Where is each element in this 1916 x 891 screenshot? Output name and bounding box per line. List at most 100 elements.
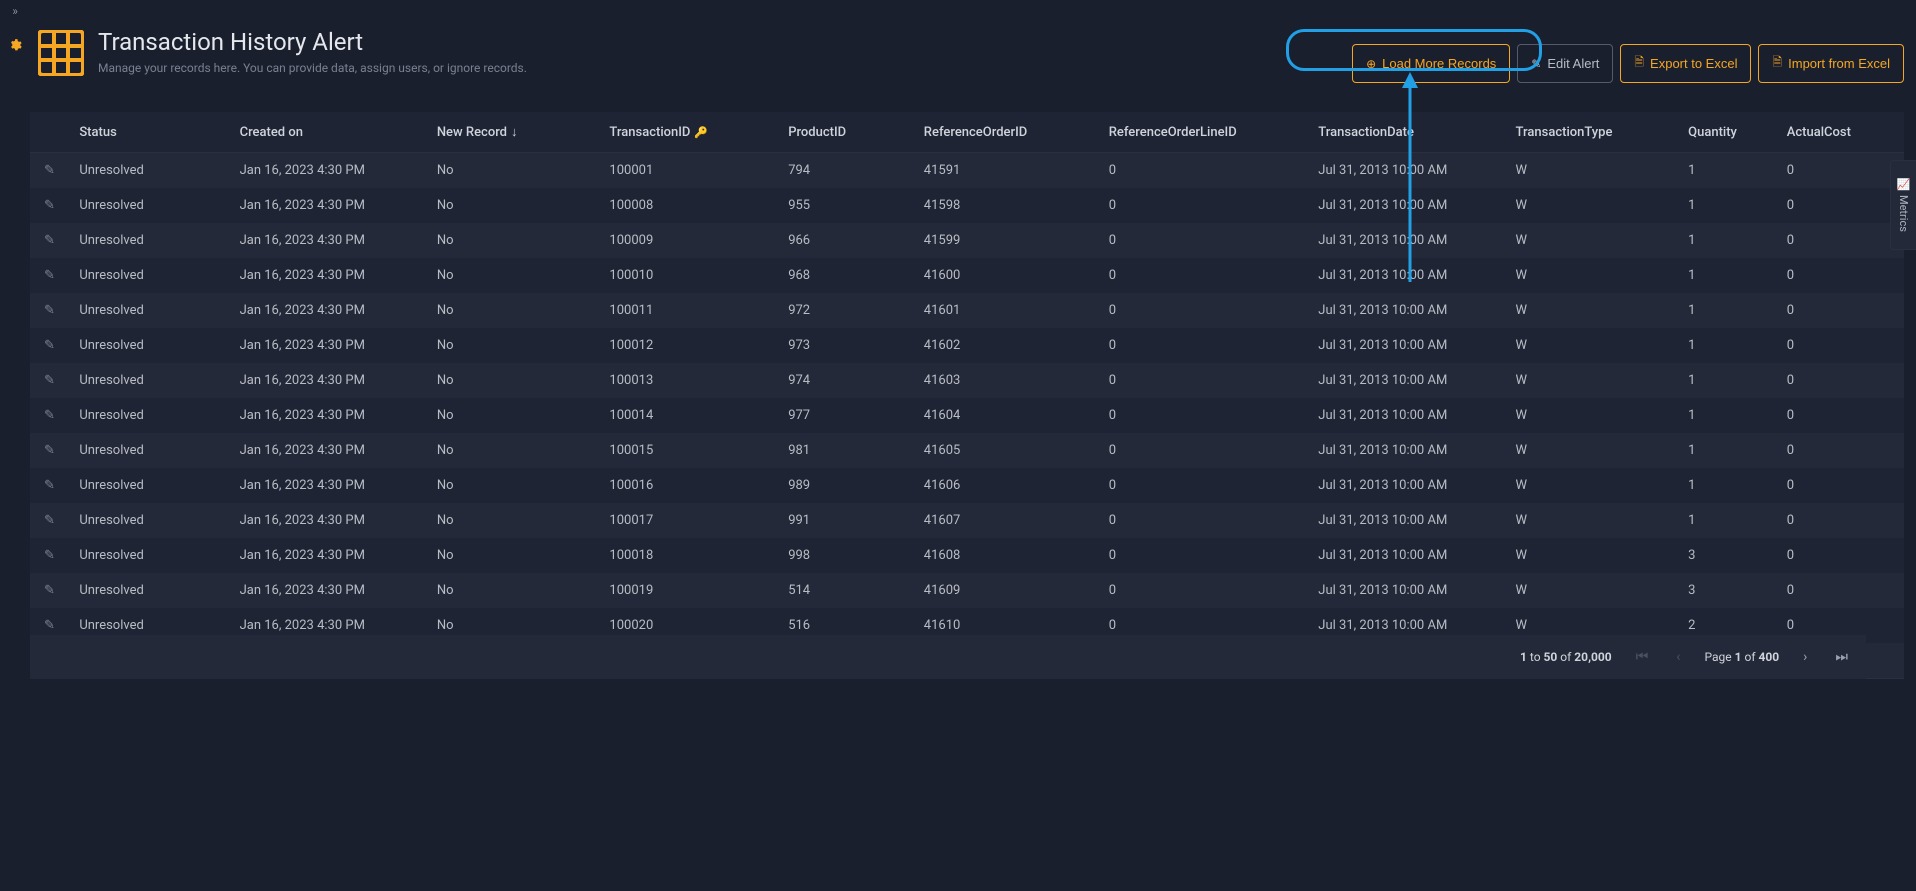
cell-quantity: 1 (1688, 398, 1787, 433)
cell-actual-cost: 0 (1787, 223, 1904, 258)
cell-product-id: 973 (788, 328, 924, 363)
cell-product-id: 966 (788, 223, 924, 258)
column-header-transaction-id[interactable]: TransactionID🔑 (609, 112, 788, 153)
cell-reference-order-line-id: 0 (1109, 398, 1319, 433)
cell-reference-order-line-id: 0 (1109, 188, 1319, 223)
column-header-reference-order-id[interactable]: ReferenceOrderID (924, 112, 1109, 153)
cell-quantity: 1 (1688, 468, 1787, 503)
pagination-prev-button[interactable]: ‹ (1672, 649, 1684, 665)
table-row[interactable]: ✎UnresolvedJan 16, 2023 4:30 PMNo1000179… (30, 503, 1904, 538)
pagination-next-button[interactable]: › (1799, 649, 1811, 665)
cell-quantity: 1 (1688, 328, 1787, 363)
cell-new-record: No (437, 153, 610, 188)
edit-row-icon[interactable]: ✎ (44, 303, 55, 318)
table-row[interactable]: ✎UnresolvedJan 16, 2023 4:30 PMNo1000089… (30, 188, 1904, 223)
column-header-quantity[interactable]: Quantity (1688, 112, 1787, 153)
cell-created-on: Jan 16, 2023 4:30 PM (240, 573, 437, 608)
cell-product-id: 968 (788, 258, 924, 293)
table-row[interactable]: ✎UnresolvedJan 16, 2023 4:30 PMNo1000149… (30, 398, 1904, 433)
edit-alert-button[interactable]: ✎ Edit Alert (1517, 44, 1613, 83)
file-import-icon: 🗎 (1772, 53, 1782, 74)
cell-created-on: Jan 16, 2023 4:30 PM (240, 188, 437, 223)
cell-reference-order-id: 41607 (924, 503, 1109, 538)
column-header-created-on[interactable]: Created on (240, 112, 437, 153)
cell-status: Unresolved (79, 258, 239, 293)
table-row[interactable]: ✎UnresolvedJan 16, 2023 4:30 PMNo1000195… (30, 573, 1904, 608)
table-row[interactable]: ✎UnresolvedJan 16, 2023 4:30 PMNo1000159… (30, 433, 1904, 468)
edit-row-icon[interactable]: ✎ (44, 548, 55, 563)
file-export-icon: 🗎 (1634, 53, 1644, 74)
load-more-records-button[interactable]: ⊕ Load More Records (1352, 44, 1510, 83)
edit-row-icon[interactable]: ✎ (44, 373, 55, 388)
cell-transaction-type: W (1516, 293, 1689, 328)
table-row[interactable]: ✎UnresolvedJan 16, 2023 4:30 PMNo1000099… (30, 223, 1904, 258)
cell-reference-order-id: 41602 (924, 328, 1109, 363)
cell-transaction-type: W (1516, 433, 1689, 468)
cell-created-on: Jan 16, 2023 4:30 PM (240, 468, 437, 503)
edit-row-icon[interactable]: ✎ (44, 618, 55, 633)
cell-created-on: Jan 16, 2023 4:30 PM (240, 328, 437, 363)
edit-row-icon[interactable]: ✎ (44, 233, 55, 248)
cell-status: Unresolved (79, 328, 239, 363)
records-table-container: Status Created on New Record↓ Transactio… (30, 112, 1904, 679)
cell-quantity: 1 (1688, 188, 1787, 223)
pagination-first-button[interactable]: ⏮ (1632, 649, 1653, 665)
column-header-reference-order-line-id[interactable]: ReferenceOrderLineID (1109, 112, 1319, 153)
table-row[interactable]: ✎UnresolvedJan 16, 2023 4:30 PMNo1000017… (30, 153, 1904, 188)
cell-reference-order-line-id: 0 (1109, 538, 1319, 573)
table-row[interactable]: ✎UnresolvedJan 16, 2023 4:30 PMNo1000129… (30, 328, 1904, 363)
settings-gear-icon[interactable] (8, 38, 22, 56)
metrics-tab[interactable]: 📈 Metrics (1890, 160, 1916, 250)
cell-product-id: 977 (788, 398, 924, 433)
cell-quantity: 1 (1688, 293, 1787, 328)
cell-actual-cost: 0 (1787, 398, 1904, 433)
cell-transaction-date: Jul 31, 2013 10:00 AM (1318, 153, 1515, 188)
table-row[interactable]: ✎UnresolvedJan 16, 2023 4:30 PMNo1000139… (30, 363, 1904, 398)
expand-rail-icon[interactable]: » (12, 4, 18, 18)
column-header-transaction-date[interactable]: TransactionDate (1318, 112, 1515, 153)
table-row[interactable]: ✎UnresolvedJan 16, 2023 4:30 PMNo1000169… (30, 468, 1904, 503)
edit-row-icon[interactable]: ✎ (44, 163, 55, 178)
edit-row-icon[interactable]: ✎ (44, 513, 55, 528)
cell-transaction-date: Jul 31, 2013 10:00 AM (1318, 398, 1515, 433)
cell-transaction-type: W (1516, 188, 1689, 223)
cell-status: Unresolved (79, 293, 239, 328)
column-header-new-record[interactable]: New Record↓ (437, 112, 610, 153)
page-title: Transaction History Alert (98, 28, 527, 57)
export-to-excel-button[interactable]: 🗎 Export to Excel (1620, 44, 1751, 83)
cell-actual-cost: 0 (1787, 538, 1904, 573)
edit-row-icon[interactable]: ✎ (44, 583, 55, 598)
cell-reference-order-id: 41591 (924, 153, 1109, 188)
cell-transaction-date: Jul 31, 2013 10:00 AM (1318, 538, 1515, 573)
edit-row-icon[interactable]: ✎ (44, 338, 55, 353)
table-row[interactable]: ✎UnresolvedJan 16, 2023 4:30 PMNo1000109… (30, 258, 1904, 293)
table-row[interactable]: ✎UnresolvedJan 16, 2023 4:30 PMNo1000189… (30, 538, 1904, 573)
cell-transaction-id: 100018 (609, 538, 788, 573)
plus-circle-icon: ⊕ (1366, 57, 1376, 71)
cell-quantity: 1 (1688, 503, 1787, 538)
edit-row-icon[interactable]: ✎ (44, 408, 55, 423)
cell-reference-order-line-id: 0 (1109, 363, 1319, 398)
cell-actual-cost: 0 (1787, 188, 1904, 223)
table-icon (38, 30, 84, 76)
cell-actual-cost: 0 (1787, 503, 1904, 538)
edit-row-icon[interactable]: ✎ (44, 268, 55, 283)
column-header-status[interactable]: Status (79, 112, 239, 153)
left-rail: » (0, 0, 30, 891)
edit-row-icon[interactable]: ✎ (44, 443, 55, 458)
import-from-excel-button[interactable]: 🗎 Import from Excel (1758, 44, 1904, 83)
column-header-transaction-type[interactable]: TransactionType (1516, 112, 1689, 153)
cell-actual-cost: 0 (1787, 573, 1904, 608)
table-row[interactable]: ✎UnresolvedJan 16, 2023 4:30 PMNo1000119… (30, 293, 1904, 328)
edit-icon: ✎ (1531, 57, 1541, 71)
cell-new-record: No (437, 328, 610, 363)
cell-new-record: No (437, 468, 610, 503)
edit-row-icon[interactable]: ✎ (44, 478, 55, 493)
column-header-actual-cost[interactable]: ActualCost (1787, 112, 1904, 153)
cell-quantity: 1 (1688, 153, 1787, 188)
column-header-product-id[interactable]: ProductID (788, 112, 924, 153)
cell-new-record: No (437, 503, 610, 538)
edit-row-icon[interactable]: ✎ (44, 198, 55, 213)
cell-new-record: No (437, 223, 610, 258)
pagination-last-button[interactable]: ⏭ (1831, 649, 1852, 665)
